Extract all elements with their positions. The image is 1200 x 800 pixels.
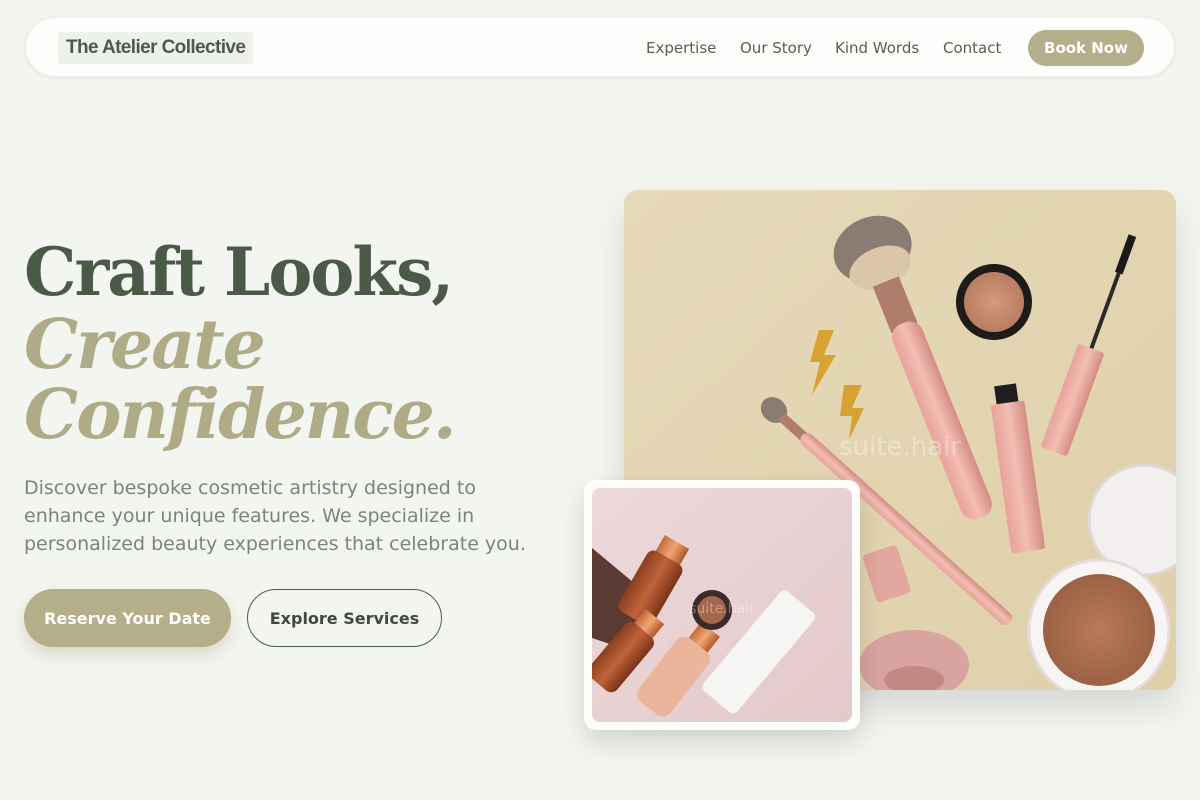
book-now-button[interactable]: Book Now (1028, 30, 1144, 66)
nav-link-kind-words[interactable]: Kind Words (835, 39, 919, 57)
explore-services-button[interactable]: Explore Services (247, 589, 442, 647)
main-image-watermark: suite.hair (839, 432, 961, 462)
top-navbar: The Atelier Collective Expertise Our Sto… (25, 17, 1175, 77)
nav-links: Expertise Our Story Kind Words Contact (26, 18, 1174, 76)
hero-title-line-2: Create (24, 305, 266, 385)
nav-link-our-story[interactable]: Our Story (740, 39, 812, 57)
hero-title-line-1: Craft Looks, (24, 233, 454, 311)
nav-link-expertise[interactable]: Expertise (646, 39, 716, 57)
nav-link-contact[interactable]: Contact (943, 39, 1001, 57)
hero-secondary-image: suite.hair (592, 488, 852, 722)
hero-title: Craft Looks, Create Confidence. (24, 234, 584, 450)
hero-description: Discover bespoke cosmetic artistry desig… (24, 477, 526, 555)
hero-title-line-3: Confidence. (24, 375, 457, 455)
hero-secondary-image-card: suite.hair (584, 480, 860, 730)
small-image-watermark: suite.hair (689, 601, 755, 617)
reserve-date-button[interactable]: Reserve Your Date (24, 589, 231, 647)
skincare-bottles-illustration: suite.hair (592, 488, 852, 722)
